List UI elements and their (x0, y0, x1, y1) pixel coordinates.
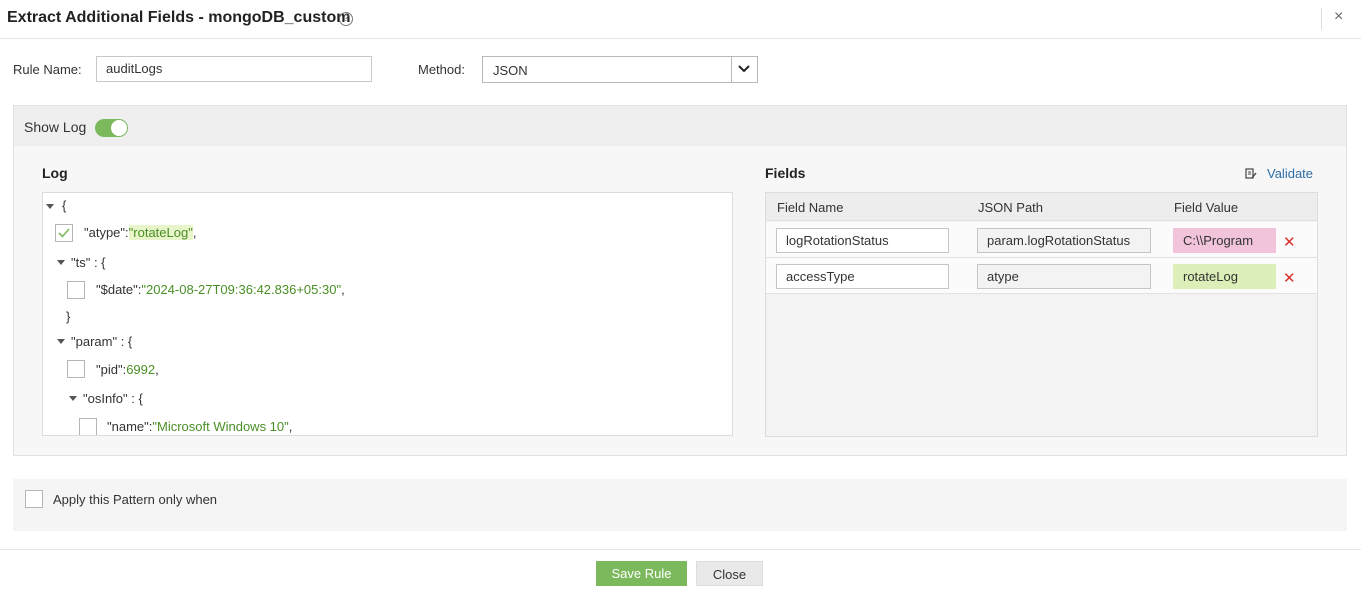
field-value-badge: rotateLog (1173, 264, 1276, 289)
name-checkbox[interactable] (79, 418, 97, 435)
header-divider (1321, 8, 1322, 30)
log-fields-panel: Show Log Log { "atype":"rotateLog", "ts"… (13, 105, 1347, 456)
apply-pattern-label: Apply this Pattern only when (53, 492, 218, 507)
log-title: Log (42, 165, 68, 181)
log-line-ts: "ts" : { (71, 255, 106, 270)
log-ts-close: } (66, 309, 71, 324)
show-log-bar: Show Log (14, 106, 1346, 146)
help-icon[interactable]: ? (339, 12, 353, 26)
field-name-input[interactable]: logRotationStatus (776, 228, 949, 253)
column-header-field-value: Field Value (1174, 200, 1239, 215)
json-value: "2024-08-27T09:36:42.836+05:30" (141, 282, 342, 297)
collapse-triangle-icon[interactable] (46, 204, 54, 209)
json-key: "name": (107, 419, 153, 434)
atype-checkbox[interactable] (55, 224, 73, 242)
condition-section: Apply this Pattern only when (13, 479, 1347, 531)
json-key: "atype": (84, 225, 129, 240)
json-path-field: param.logRotationStatus (977, 228, 1151, 253)
fields-table-header: Field Name JSON Path Field Value (766, 193, 1317, 221)
dialog-title: Extract Additional Fields - mongoDB_cust… (7, 9, 351, 26)
json-value: "rotateLog" (128, 225, 193, 240)
date-checkbox[interactable] (67, 281, 85, 299)
log-open-brace: { (62, 198, 67, 213)
log-line-date: "$date":"2024-08-27T09:36:42.836+05:30", (96, 282, 345, 297)
log-line-name: "name":"Microsoft Windows 10", (107, 419, 292, 434)
close-icon[interactable]: × (1334, 8, 1343, 26)
method-select[interactable]: JSON (482, 56, 758, 83)
field-value-badge: C:\\Program (1173, 228, 1276, 253)
json-path-field: atype (977, 264, 1151, 289)
fields-title: Fields (765, 165, 806, 181)
table-row: logRotationStatus param.logRotationStatu… (766, 222, 1317, 258)
log-line-osinfo: "osInfo" : { (83, 391, 143, 406)
delete-icon[interactable]: ✕ (1283, 233, 1296, 251)
rule-name-input[interactable]: auditLogs (96, 56, 372, 82)
json-value: 6992 (126, 362, 156, 377)
log-line-param: "param" : { (71, 334, 133, 349)
footer-divider (0, 549, 1361, 550)
log-line-pid: "pid":6992, (96, 362, 159, 377)
json-value: "Microsoft Windows 10" (152, 419, 289, 434)
fields-table: Field Name JSON Path Field Value logRota… (765, 192, 1318, 437)
json-comma: , (155, 362, 159, 377)
json-comma: , (341, 282, 345, 297)
apply-pattern-checkbox[interactable] (25, 490, 43, 508)
checkmark-icon (58, 228, 70, 238)
delete-icon[interactable]: ✕ (1283, 269, 1296, 287)
close-button[interactable]: Close (696, 561, 763, 586)
json-comma: , (192, 225, 197, 240)
json-key: "pid": (96, 362, 127, 377)
collapse-triangle-icon[interactable] (57, 260, 65, 265)
column-header-json-path: JSON Path (978, 200, 1044, 215)
chevron-down-icon[interactable] (731, 57, 757, 82)
pid-checkbox[interactable] (67, 360, 85, 378)
show-log-toggle[interactable] (95, 119, 128, 137)
dialog-header: Extract Additional Fields - mongoDB_cust… (0, 0, 1361, 39)
collapse-triangle-icon[interactable] (69, 396, 77, 401)
show-log-label: Show Log (24, 119, 87, 135)
rule-name-label: Rule Name: (13, 62, 82, 77)
save-rule-button[interactable]: Save Rule (596, 561, 687, 586)
log-line-atype: "atype":"rotateLog", (84, 225, 196, 240)
method-label: Method: (418, 62, 465, 77)
collapse-triangle-icon[interactable] (57, 339, 65, 344)
json-comma: , (288, 419, 293, 434)
table-row: accessType atype rotateLog ✕ (766, 258, 1317, 294)
validate-icon[interactable] (1245, 168, 1257, 180)
validate-link[interactable]: Validate (1267, 166, 1313, 181)
field-name-input[interactable]: accessType (776, 264, 949, 289)
method-selected-value: JSON (493, 63, 528, 78)
log-tree[interactable]: { "atype":"rotateLog", "ts" : { "$date":… (42, 192, 733, 436)
json-key: "$date": (96, 282, 142, 297)
column-header-field-name: Field Name (777, 200, 844, 215)
toggle-knob (111, 120, 127, 136)
